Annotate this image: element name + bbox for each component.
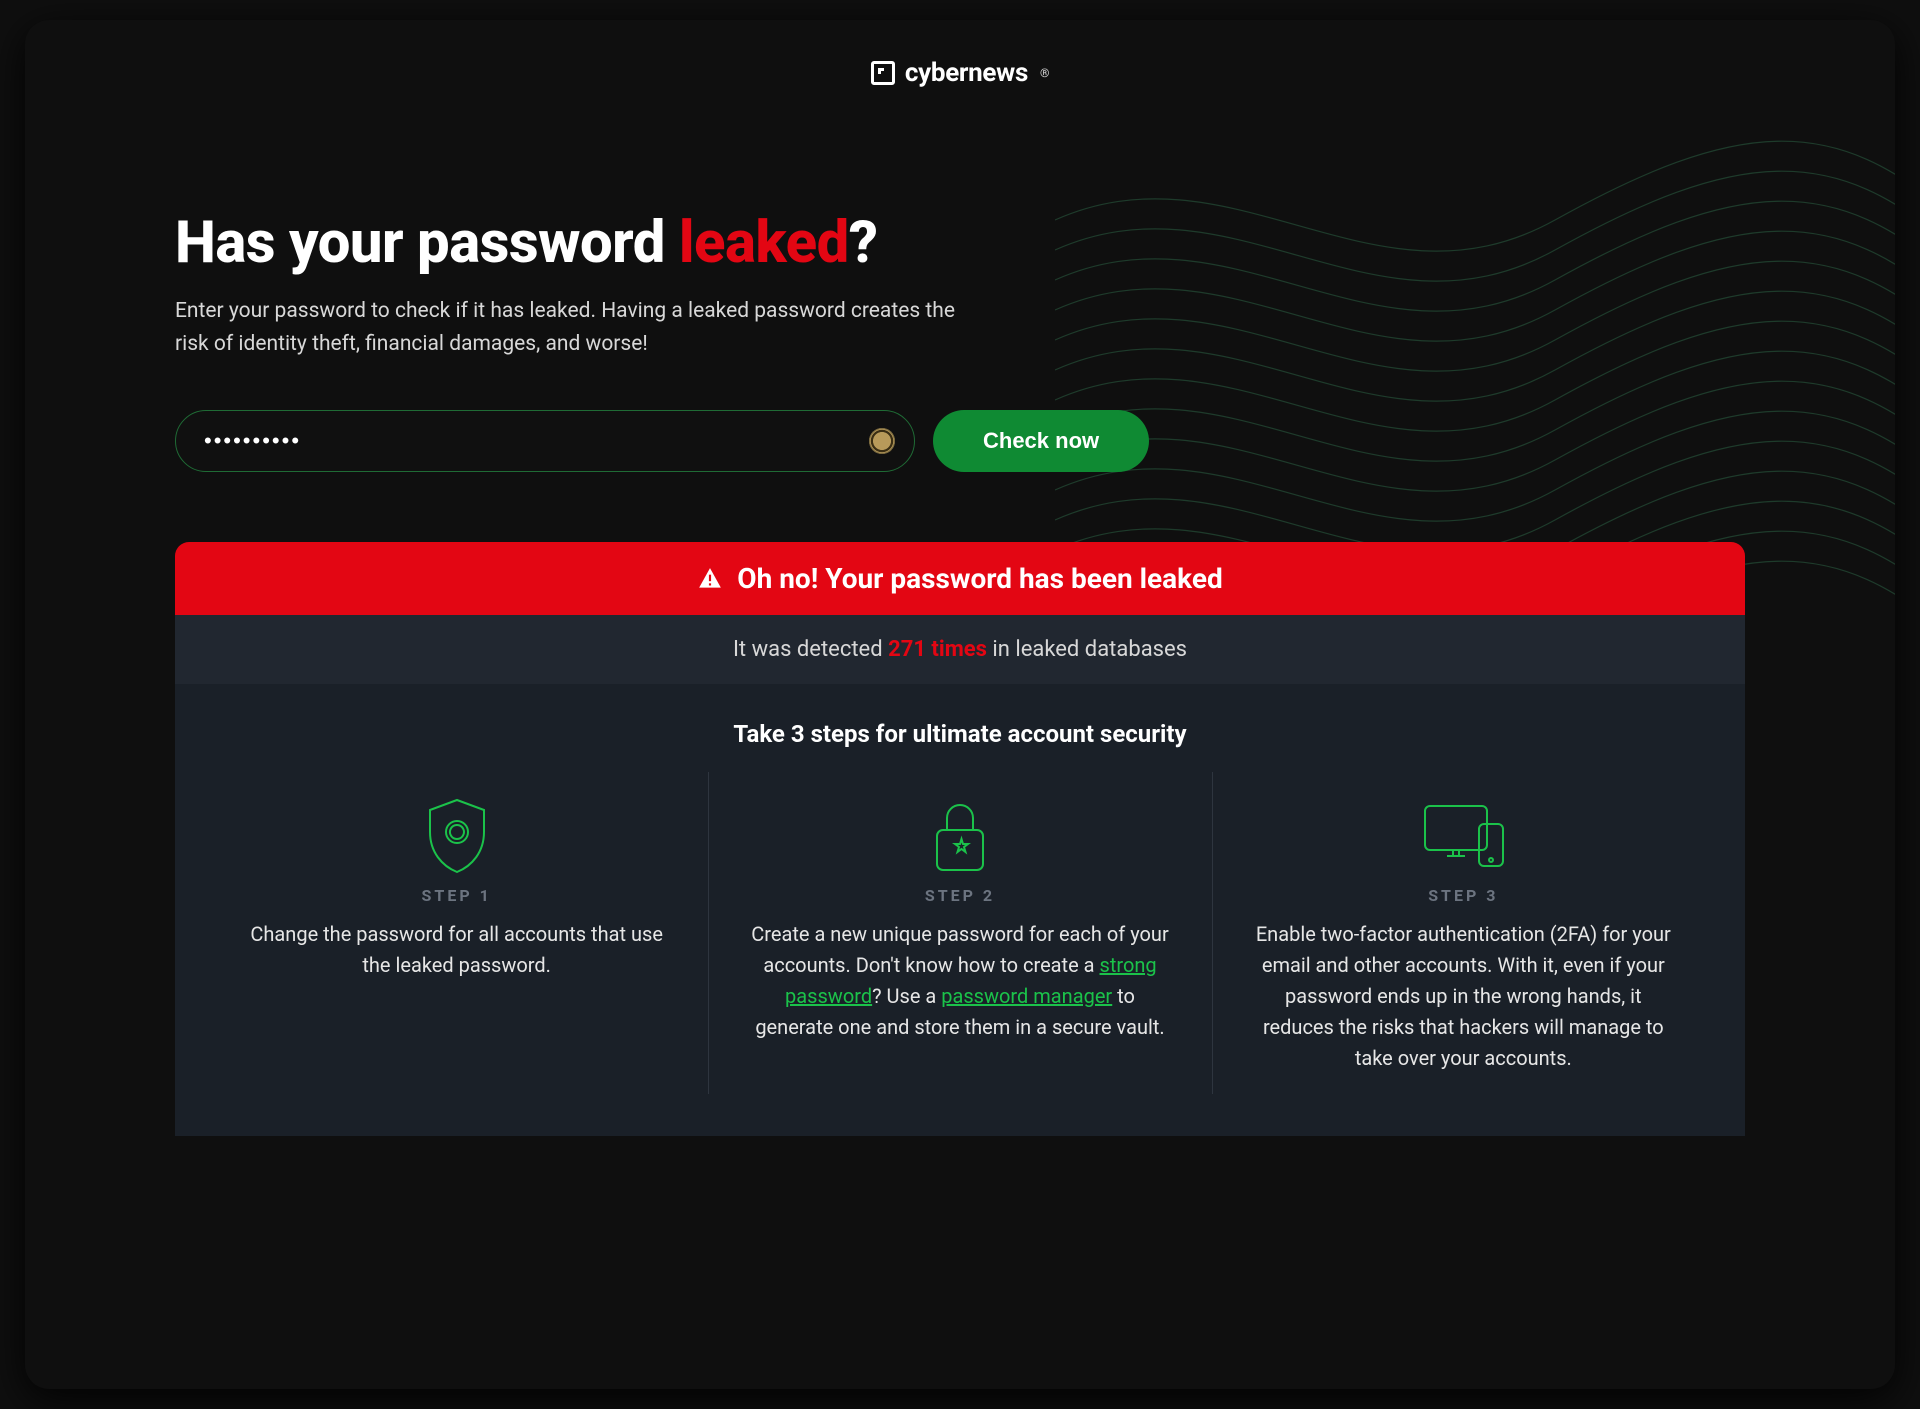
brand-logo: cybernews ®	[871, 58, 1049, 88]
main-content: Has your password leaked? Enter your pas…	[25, 89, 1895, 1196]
check-form: Check now	[175, 410, 1745, 472]
alert-text: Oh no! Your password has been leaked	[737, 562, 1222, 595]
password-input[interactable]	[175, 410, 915, 472]
detected-post: in leaked databases	[987, 637, 1187, 662]
app-window: cybernews ® Has your password leaked? Ent…	[25, 20, 1895, 1389]
detected-count: 271 times	[888, 637, 987, 662]
title-post: ?	[849, 209, 878, 277]
step-2-label: STEP 2	[748, 886, 1171, 905]
detection-bar: It was detected 271 times in leaked data…	[175, 615, 1745, 684]
check-now-button[interactable]: Check now	[933, 410, 1149, 472]
title-highlight: leaked	[679, 209, 849, 277]
step-2-text: Create a new unique password for each of…	[748, 919, 1171, 1043]
brand-mark: ®	[1040, 66, 1049, 80]
header: cybernews ®	[25, 20, 1895, 89]
password-wrap	[175, 410, 915, 472]
steps-grid: STEP 1 Change the password for all accou…	[205, 782, 1715, 1084]
step-1-label: STEP 1	[245, 886, 668, 905]
step-3-text: Enable two-factor authentication (2FA) f…	[1252, 919, 1675, 1074]
step-1-text: Change the password for all accounts tha…	[245, 919, 668, 981]
show-password-icon[interactable]	[869, 428, 895, 454]
step-1: STEP 1 Change the password for all accou…	[205, 782, 708, 1084]
step-3-label: STEP 3	[1252, 886, 1675, 905]
password-manager-link[interactable]: password manager	[941, 984, 1112, 1008]
step-2-seg2: ? Use a	[872, 984, 941, 1008]
shield-icon	[245, 792, 668, 880]
devices-icon	[1252, 792, 1675, 880]
step-2: STEP 2 Create a new unique password for …	[708, 782, 1211, 1084]
alert-banner: Oh no! Your password has been leaked	[175, 542, 1745, 615]
advice-panel: Take 3 steps for ultimate account securi…	[175, 684, 1745, 1136]
title-pre: Has your password	[175, 209, 679, 277]
warning-icon	[697, 566, 723, 592]
lock-icon	[748, 792, 1171, 880]
step-3: STEP 3 Enable two-factor authentication …	[1212, 782, 1715, 1084]
detected-pre: It was detected	[733, 637, 888, 662]
page-title: Has your password leaked?	[175, 209, 1745, 277]
brand-name: cybernews	[905, 58, 1028, 88]
advice-title: Take 3 steps for ultimate account securi…	[205, 720, 1715, 748]
logo-icon	[871, 61, 895, 85]
page-subtitle: Enter your password to check if it has l…	[175, 295, 955, 360]
result-panel: Oh no! Your password has been leaked It …	[175, 542, 1745, 1136]
